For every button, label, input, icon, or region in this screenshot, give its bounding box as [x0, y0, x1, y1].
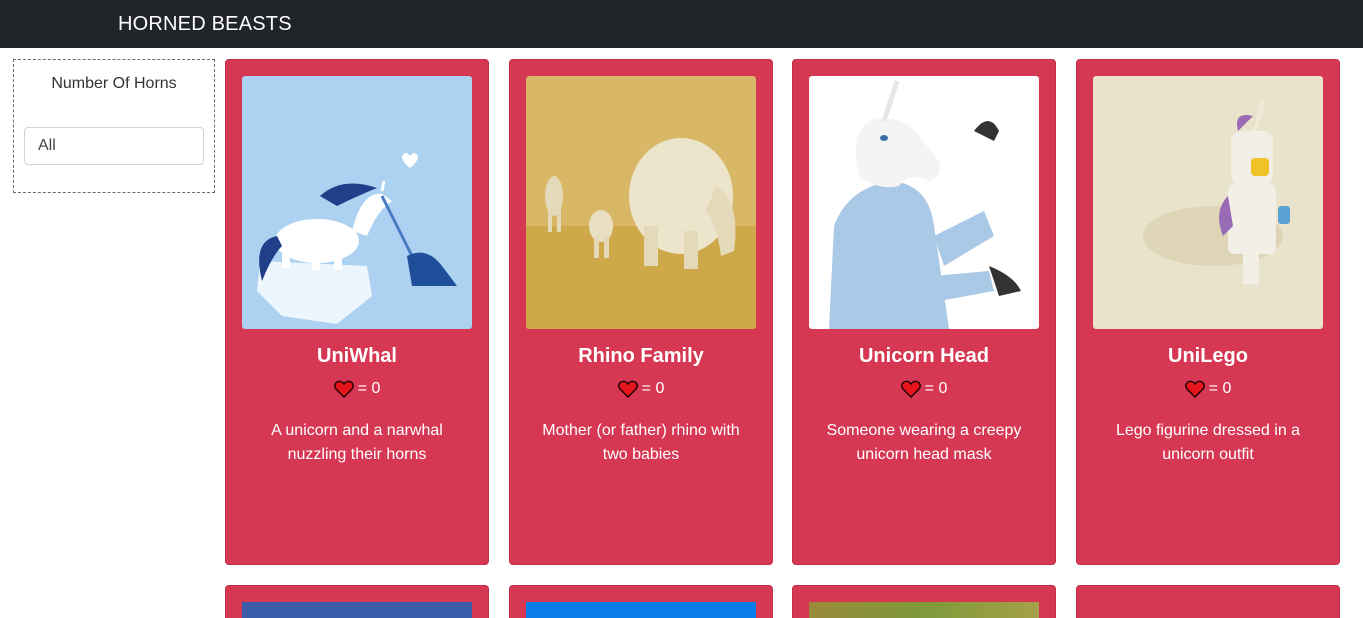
like-count: = 0: [1208, 380, 1232, 397]
beast-description: Lego figurine dressed in a unicorn outfi…: [1115, 422, 1301, 463]
horn-filter-panel: Number Of Horns All: [13, 59, 215, 193]
beast-card-row2-1: [225, 585, 489, 618]
beast-card-unicorn-head: Unicorn Head = 0 Someone wearing a creep…: [792, 59, 1056, 565]
like-counter: = 0: [226, 380, 488, 398]
beast-image[interactable]: [809, 76, 1039, 329]
heart-icon[interactable]: [333, 380, 354, 398]
like-counter: = 0: [793, 380, 1055, 398]
beast-description: Mother (or father) rhino with two babies: [542, 422, 740, 463]
brand-title[interactable]: HORNED BEASTS: [118, 13, 292, 36]
like-count: = 0: [357, 380, 381, 397]
beast-image[interactable]: [526, 76, 756, 329]
horn-count-select[interactable]: All: [24, 127, 204, 165]
beast-image[interactable]: [242, 76, 472, 329]
beast-title: Rhino Family: [578, 345, 704, 367]
like-count: = 0: [641, 380, 665, 397]
beast-card-row2-4: [1076, 585, 1340, 618]
beast-title: UniWhal: [317, 345, 397, 367]
beast-title: UniLego: [1168, 345, 1248, 367]
beast-card-row2-3: [792, 585, 1056, 618]
beast-card-uniwhal: UniWhal = 0 A unicorn and a narwhal nuzz…: [225, 59, 489, 565]
like-counter: = 0: [1077, 380, 1339, 398]
beast-image[interactable]: [526, 602, 756, 618]
beast-image[interactable]: [242, 602, 472, 618]
beast-card-row2-2: [509, 585, 773, 618]
like-counter: = 0: [510, 380, 772, 398]
beast-description: A unicorn and a narwhal nuzzling their h…: [271, 422, 443, 463]
heart-icon[interactable]: [1184, 380, 1205, 398]
filter-title: Number Of Horns: [51, 75, 177, 92]
beast-card-unilego: UniLego = 0 Lego figurine dressed in a u…: [1076, 59, 1340, 565]
heart-icon[interactable]: [900, 380, 921, 398]
like-count: = 0: [924, 380, 948, 397]
beast-image[interactable]: [1093, 76, 1323, 329]
beast-description: Someone wearing a creepy unicorn head ma…: [826, 422, 1022, 463]
beast-title: Unicorn Head: [858, 345, 990, 367]
beast-image[interactable]: [809, 602, 1039, 618]
beast-image[interactable]: [1093, 602, 1323, 618]
navbar: HORNED BEASTS: [0, 0, 1363, 48]
beast-card-rhino-family: Rhino Family = 0 Mother (or father) rhin…: [509, 59, 773, 565]
heart-icon[interactable]: [617, 380, 638, 398]
